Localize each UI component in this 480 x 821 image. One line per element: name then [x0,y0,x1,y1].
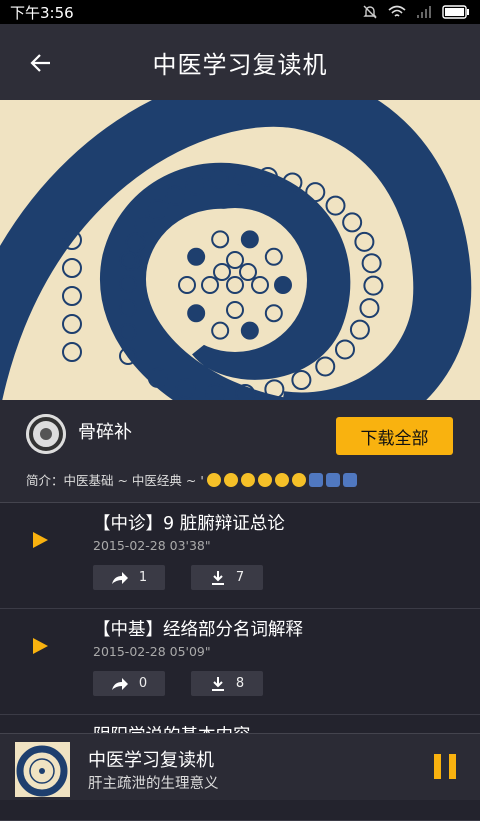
track-duration: 03'38" [169,538,211,553]
play-icon[interactable] [30,530,50,550]
now-playing-subtitle: 肝主疏泄的生理意义 [88,776,219,792]
bell-off-icon [363,5,377,19]
download-icon [211,676,224,691]
pause-icon [449,754,456,779]
avatar-image [26,414,66,454]
intro-text: 简介：中医基础 ~ 中医经典 ~ ' [26,473,204,488]
download-count: 8 [235,676,245,691]
track-duration: 05'09" [169,644,211,659]
avatar[interactable] [26,414,66,454]
share-icon [111,677,128,690]
cover-dot [187,247,206,266]
emoji-icon [206,472,221,487]
status-bar: 下午3:56 [0,0,480,24]
emoji-icon [291,472,306,487]
app-bar: 中医学习复读机 [0,24,480,100]
track-title: 【中诊】9 脏腑辩证总论 [93,514,285,534]
author-name[interactable]: 骨碎补 [78,418,132,444]
spiral-diagram-image [0,100,480,400]
back-button[interactable] [24,46,58,80]
now-playing-title: 中医学习复读机 [88,750,214,771]
wifi-icon [388,5,406,17]
share-count: 0 [138,676,148,691]
download-count: 7 [235,570,245,585]
page-title: 中医学习复读机 [152,50,328,79]
share-icon [111,571,128,584]
cover-dot [240,321,259,340]
share-count: 1 [138,570,148,585]
album-info: 骨碎补 下载全部 简介：中医基础 ~ 中医经典 ~ ' [0,400,480,503]
status-time: 下午3:56 [10,3,74,22]
track-date: 2015-02-28 [93,538,166,553]
emoji-icon [308,472,323,487]
album-intro: 简介：中医基础 ~ 中医经典 ~ ' [26,470,357,489]
track-meta: 2015-02-28 05'09" [93,644,211,659]
track-title: 【中基】经络部分名词解释 [93,620,303,640]
download-button[interactable]: 7 [191,565,263,590]
download-button[interactable]: 8 [191,671,263,696]
pause-icon [434,754,441,779]
track-meta: 2015-02-28 03'38" [93,538,211,553]
signal-icon [417,6,431,18]
emoji-icon [223,472,238,487]
mini-player[interactable]: 中医学习复读机 肝主疏泄的生理意义 [0,733,480,800]
download-all-button[interactable]: 下载全部 [336,417,453,455]
cover-dot [274,276,292,294]
share-button[interactable]: 0 [93,671,165,696]
emoji-icon [274,472,289,487]
pause-button[interactable] [434,754,458,779]
track-item[interactable]: 【中基】经络部分名词解释 2015-02-28 05'09" 0 8 [0,610,480,715]
emoji-icon [240,472,255,487]
now-playing-cover[interactable] [15,742,70,797]
emoji-icon [257,472,272,487]
cover-dot [240,230,259,249]
share-button[interactable]: 1 [93,565,165,590]
emoji-icon [342,472,357,487]
emoji-icon [325,472,340,487]
cover-thumbnail-image [15,742,70,797]
play-icon[interactable] [30,636,50,656]
track-item[interactable]: 【中诊】9 脏腑辩证总论 2015-02-28 03'38" 1 7 [0,504,480,609]
cover-dot [187,304,206,323]
album-cover [0,100,480,400]
track-date: 2015-02-28 [93,644,166,659]
download-icon [211,570,224,585]
battery-icon [442,5,469,19]
back-arrow-icon [30,54,50,72]
